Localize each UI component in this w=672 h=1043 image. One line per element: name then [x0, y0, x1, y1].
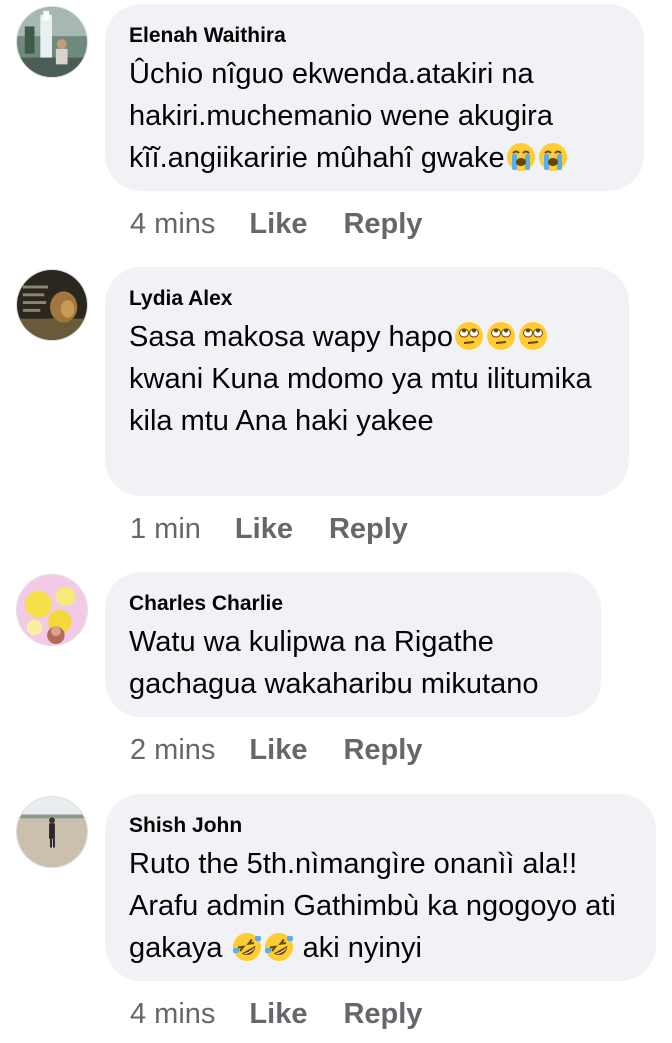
comment-text-part: Sasa makosa wapy hapo [129, 321, 454, 353]
like-button[interactable]: Like [249, 207, 307, 241]
comment-text: Watu wa kulipwa na Rigathe gachagua waka… [129, 621, 577, 705]
like-button[interactable]: Like [235, 512, 293, 546]
lion-photo-avatar [17, 270, 87, 340]
comment-timestamp[interactable]: 1 min [130, 512, 201, 546]
waterfall-photo-avatar [17, 7, 87, 77]
comment-actions: 4 mins Like Reply [130, 207, 422, 241]
comment-bubble: Shish John Ruto the 5th.nìmangìre onanìì… [105, 794, 656, 981]
comment-text-part: Ûchio nîguo ekwenda.atakiri na hakiri.mu… [129, 58, 553, 174]
comment-text-part: aki nyinyi [294, 932, 422, 964]
rolling-on-floor-laughing-emoji [264, 932, 294, 962]
reply-button[interactable]: Reply [343, 733, 422, 767]
comment-author[interactable]: Lydia Alex [129, 286, 605, 312]
loudly-crying-face-emoji [506, 142, 536, 172]
face-with-rolling-eyes-emoji [486, 321, 516, 351]
comment-text: Sasa makosa wapy hapo kwani Kuna mdomo ya… [129, 316, 605, 442]
reply-button[interactable]: Reply [343, 207, 422, 241]
comment-bubble: Lydia Alex Sasa makosa wapy hapo kwani Ku… [105, 267, 629, 496]
like-button[interactable]: Like [249, 997, 307, 1031]
beach-person-photo-avatar [17, 797, 87, 867]
comment-timestamp[interactable]: 4 mins [130, 207, 215, 241]
comment-text: Ûchio nîguo ekwenda.atakiri na hakiri.mu… [129, 53, 620, 179]
comment-timestamp[interactable]: 2 mins [130, 733, 215, 767]
loudly-crying-face-emoji [538, 142, 568, 172]
face-with-rolling-eyes-emoji [454, 321, 484, 351]
avatar[interactable] [16, 796, 88, 868]
avatar[interactable] [16, 6, 88, 78]
comment-actions: 4 mins Like Reply [130, 997, 422, 1031]
comment-actions: 2 mins Like Reply [130, 733, 422, 767]
reply-button[interactable]: Reply [343, 997, 422, 1031]
comment-timestamp[interactable]: 4 mins [130, 997, 215, 1031]
reply-button[interactable]: Reply [329, 512, 408, 546]
comment-author[interactable]: Elenah Waithira [129, 23, 620, 49]
comment-text-part: kwani Kuna mdomo ya mtu ilitumika kila m… [129, 363, 592, 437]
face-with-rolling-eyes-emoji [518, 321, 548, 351]
like-button[interactable]: Like [249, 733, 307, 767]
comment-text: Ruto the 5th.nìmangìre onanìì ala!! Araf… [129, 843, 632, 969]
comment-bubble: Charles Charlie Watu wa kulipwa na Rigat… [105, 572, 601, 717]
comment-author[interactable]: Shish John [129, 813, 632, 839]
comment-bubble: Elenah Waithira Ûchio nîguo ekwenda.atak… [105, 4, 644, 191]
avatar[interactable] [16, 574, 88, 646]
comment-actions: 1 min Like Reply [130, 512, 408, 546]
comment-text-part: Watu wa kulipwa na Rigathe gachagua waka… [129, 626, 539, 700]
flower-photo-avatar [17, 575, 87, 645]
rolling-on-floor-laughing-emoji [232, 932, 262, 962]
comment-author[interactable]: Charles Charlie [129, 591, 577, 617]
avatar[interactable] [16, 269, 88, 341]
